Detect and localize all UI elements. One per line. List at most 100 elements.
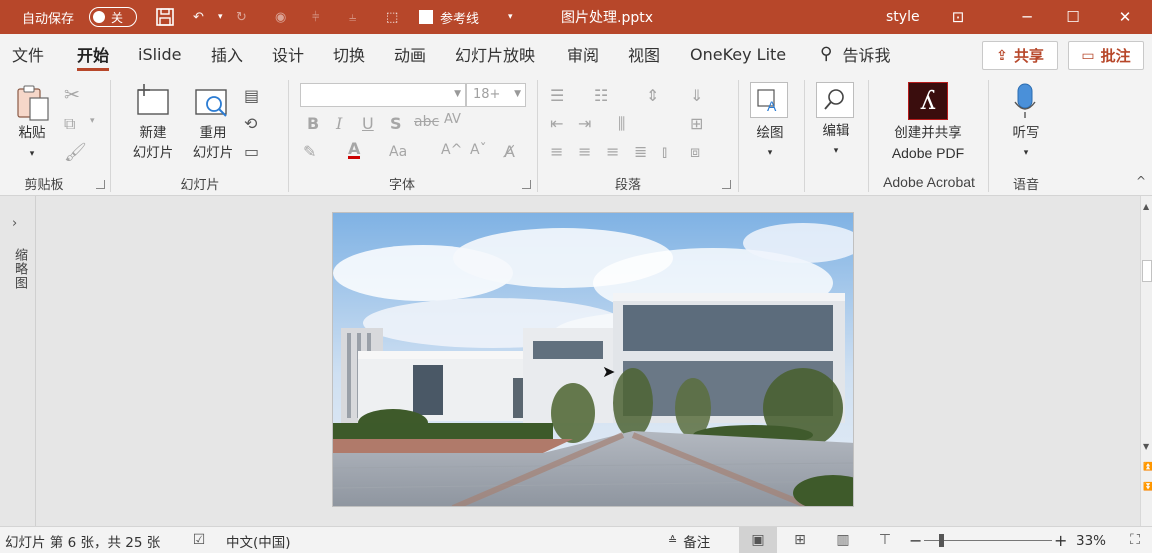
section-icon[interactable]: ▭ — [244, 142, 259, 161]
maximize-icon[interactable]: ☐ — [1050, 0, 1096, 34]
scroll-up-icon[interactable]: ▲ — [1143, 202, 1149, 211]
ribbon-display-icon[interactable]: ⊡ — [935, 0, 981, 34]
thumbnail-pane-label[interactable]: 缩略图 — [10, 248, 29, 290]
reference-checkbox[interactable] — [419, 10, 433, 24]
font-name-combo[interactable]: ▼ — [300, 83, 466, 107]
highlight-icon[interactable]: ✎ — [303, 142, 316, 161]
scroll-down-icon[interactable]: ▼ — [1143, 442, 1149, 451]
reference-toggle[interactable]: 参考线 — [419, 0, 479, 34]
justify-icon[interactable]: ≣ — [634, 142, 647, 161]
copy-icon[interactable]: ⧉ — [64, 114, 75, 134]
undo-icon[interactable]: ↶ — [193, 0, 204, 34]
align-left-icon[interactable]: ≡ — [550, 142, 563, 161]
customize-toolbar-icon[interactable]: ▾ — [508, 0, 513, 34]
zoom-out-icon[interactable]: − — [909, 527, 922, 553]
format-painter-icon[interactable]: ⬚ — [386, 0, 398, 34]
numbering-icon[interactable]: ☷ — [594, 86, 608, 105]
accessibility-icon[interactable]: ☑ — [190, 532, 208, 548]
tab-slideshow[interactable]: 幻灯片放映 — [455, 34, 535, 74]
collapse-ribbon-icon[interactable]: ^ — [1136, 174, 1146, 188]
acrobat-group-label: Adobe Acrobat — [883, 174, 975, 190]
scrollbar-thumb[interactable] — [1142, 260, 1152, 282]
font-size-value: 18+ — [473, 87, 501, 102]
tab-onekey-lite[interactable]: OneKey Lite — [690, 34, 786, 74]
file-name: 图片处理.pptx — [561, 10, 653, 26]
char-spacing-icon[interactable]: AV — [444, 112, 461, 127]
current-slide[interactable] — [332, 212, 854, 507]
undo-dropdown-icon[interactable]: ▾ — [218, 0, 223, 34]
reuse-slide-label-2: 幻灯片 — [192, 145, 234, 161]
user-name[interactable]: style — [886, 0, 920, 34]
font-size-combo[interactable]: 18+ ▼ — [466, 83, 526, 107]
normal-view-icon[interactable]: ▣ — [749, 532, 767, 548]
columns-icon[interactable]: ⫼ — [618, 114, 625, 134]
tab-animations[interactable]: 动画 — [394, 34, 426, 74]
comments-label: 批注 — [1100, 47, 1131, 65]
language-indicator[interactable]: 中文(中国) — [226, 527, 291, 553]
notes-icon: ≙ — [668, 534, 678, 547]
bullets-icon[interactable]: ☰ — [550, 86, 564, 105]
zoom-level[interactable]: 33% — [1076, 527, 1106, 553]
tab-design[interactable]: 设计 — [272, 34, 304, 74]
tell-me-search[interactable]: ⚲ 告诉我 — [820, 34, 890, 74]
paste-dropdown-icon[interactable]: ▾ — [24, 144, 40, 164]
group-separator — [868, 80, 869, 192]
vertical-scrollbar[interactable]: ▲ ▼ ⏫ ⏬ — [1140, 196, 1152, 526]
previous-slide-icon[interactable]: ⏫ — [1143, 462, 1152, 471]
chevron-right-icon[interactable]: › — [12, 216, 17, 231]
save-icon[interactable] — [155, 0, 175, 34]
copy-dropdown-icon[interactable]: ▾ — [90, 116, 95, 126]
text-direction-icon[interactable]: ⇓ — [690, 86, 703, 105]
record-icon[interactable]: ◉ — [275, 0, 286, 34]
notes-button[interactable]: ≙ 备注 — [668, 527, 710, 553]
paragraph-launcher-icon[interactable] — [722, 180, 731, 189]
minimize-icon[interactable]: ─ — [1004, 0, 1050, 34]
clear-format-icon[interactable]: A̸ — [504, 142, 515, 161]
align-text-icon[interactable]: ⊞ — [690, 114, 703, 133]
close-icon[interactable]: ✕ — [1102, 0, 1148, 34]
slide-photo[interactable] — [333, 213, 854, 507]
autosave-toggle[interactable]: 关 — [89, 0, 137, 34]
align-right-icon[interactable]: ≡ — [606, 142, 619, 161]
tab-insert[interactable]: 插入 — [211, 34, 243, 74]
distributed-icon[interactable]: ⫾ — [662, 142, 667, 162]
redo-icon[interactable]: ↻ — [236, 0, 247, 34]
layout-icon[interactable]: ▤ — [244, 86, 259, 105]
next-slide-icon[interactable]: ⏬ — [1143, 482, 1152, 491]
increase-font-icon[interactable]: A^ — [441, 142, 462, 158]
format-painter-icon[interactable]: 🖌 — [64, 142, 87, 163]
reading-view-icon[interactable]: ▥ — [834, 532, 852, 548]
tab-view[interactable]: 视图 — [628, 34, 660, 74]
clipboard-launcher-icon[interactable] — [96, 180, 105, 189]
tab-transitions[interactable]: 切换 — [333, 34, 365, 74]
smartart-icon[interactable]: ⧈ — [690, 142, 700, 162]
align-middle-icon[interactable]: ⫨ — [349, 0, 356, 34]
tab-review[interactable]: 审阅 — [567, 34, 599, 74]
increase-indent-icon[interactable]: ⇥ — [578, 114, 591, 133]
italic-icon[interactable]: I — [336, 114, 342, 133]
cut-icon[interactable]: ✂ — [64, 84, 80, 106]
decrease-indent-icon[interactable]: ⇤ — [550, 114, 563, 133]
strikethrough-icon[interactable]: abc — [414, 114, 439, 130]
line-spacing-icon[interactable]: ⇕ — [646, 86, 659, 105]
change-case-icon[interactable]: Aa — [389, 144, 407, 160]
slide-sorter-icon[interactable]: ⊞ — [791, 532, 809, 548]
decrease-font-icon[interactable]: Aˇ — [470, 142, 487, 158]
font-color-icon[interactable]: A — [348, 141, 361, 159]
share-button[interactable]: ⇪ 共享 — [982, 41, 1058, 70]
tab-file[interactable]: 文件 — [12, 34, 44, 74]
comments-button[interactable]: ▭ 批注 — [1068, 41, 1144, 70]
align-center-icon[interactable]: ≡ — [578, 142, 591, 161]
underline-icon[interactable]: U — [362, 114, 374, 133]
bold-icon[interactable]: B — [307, 114, 319, 133]
tab-islide[interactable]: iSlide — [138, 34, 182, 74]
tab-home[interactable]: 开始 — [77, 34, 110, 74]
fit-to-window-icon[interactable]: ⛶ — [1126, 532, 1144, 548]
reset-slide-icon[interactable]: ⟲ — [244, 114, 257, 133]
slideshow-icon[interactable]: ⊤ — [876, 532, 894, 548]
shadow-icon[interactable]: S — [390, 114, 402, 133]
font-launcher-icon[interactable] — [522, 180, 531, 189]
zoom-slider-thumb[interactable] — [939, 534, 944, 547]
zoom-in-icon[interactable]: + — [1054, 527, 1067, 553]
align-center-icon[interactable]: ⫩ — [312, 0, 319, 34]
